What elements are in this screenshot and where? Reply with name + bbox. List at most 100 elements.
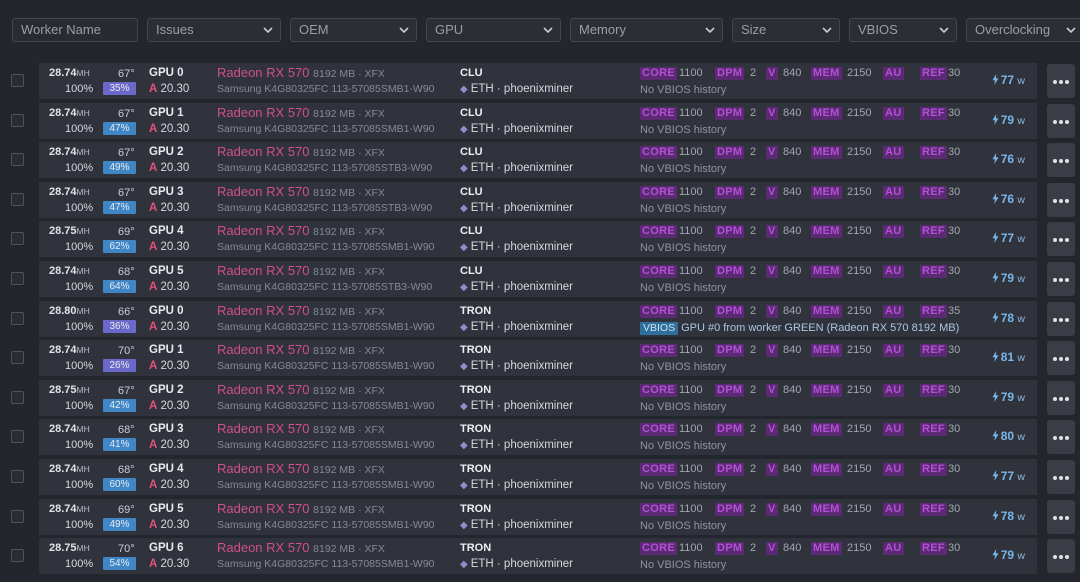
more-options-button[interactable] <box>1047 420 1075 455</box>
gpu-card[interactable]: 28.74MH 100% 68° 64% GPU 5 A 20.30 Radeo… <box>39 260 1037 297</box>
worker-name-placeholder: Worker Name <box>21 22 101 37</box>
ellipsis-dot-icon <box>1065 357 1069 362</box>
ethereum-icon: ◆ <box>460 400 468 412</box>
gpu-card[interactable]: 28.74MH 100% 67° 35% GPU 0 A 20.30 Radeo… <box>39 63 1037 99</box>
temperature: 70° <box>118 543 135 556</box>
worker-name[interactable]: TRON <box>460 542 491 554</box>
ellipsis-dot-icon <box>1059 515 1063 520</box>
worker-name[interactable]: TRON <box>460 344 491 356</box>
worker-name[interactable]: CLU <box>460 265 483 277</box>
gpu-model: Radeon RX 570 8192 MB · XFX <box>217 223 385 238</box>
row-select-checkbox[interactable] <box>11 351 24 365</box>
gpu-model: Radeon RX 570 8192 MB · XFX <box>217 540 385 555</box>
row-select-checkbox[interactable] <box>11 192 24 206</box>
row-select-checkbox[interactable] <box>11 153 24 167</box>
size-filter[interactable]: Size <box>732 18 840 42</box>
worker-name[interactable]: TRON <box>460 503 491 515</box>
more-options-button[interactable] <box>1047 341 1075 376</box>
oc-mem-label: MEM <box>811 185 842 199</box>
worker-name[interactable]: TRON <box>460 305 491 317</box>
gpu-card[interactable]: 28.75MH 100% 67° 42% GPU 2 A 20.30 Radeo… <box>39 379 1037 416</box>
oc-dpm-label: DPM <box>715 225 745 239</box>
oc-mem-label: MEM <box>811 383 842 397</box>
oc-v-label: V <box>766 185 778 199</box>
ellipsis-dot-icon <box>1059 317 1063 322</box>
gpu-card[interactable]: 28.74MH 100% 67° 47% GPU 1 A 20.30 Radeo… <box>39 102 1037 139</box>
size-filter-label: Size <box>741 22 767 37</box>
more-options-button[interactable] <box>1047 103 1075 138</box>
oc-v-label: V <box>766 542 778 556</box>
more-options-button[interactable] <box>1047 222 1075 257</box>
more-options-button[interactable] <box>1047 182 1075 217</box>
memory-filter[interactable]: Memory <box>570 18 723 42</box>
worker-name[interactable]: TRON <box>460 384 491 396</box>
gpu-card[interactable]: 28.74MH 100% 68° 60% GPU 4 A 20.30 Radeo… <box>39 458 1037 495</box>
ethereum-icon: ◆ <box>460 321 468 333</box>
row-select-checkbox[interactable] <box>11 232 24 246</box>
power-value: 79 <box>1000 270 1015 285</box>
overclocking-filter[interactable]: Overclocking <box>966 18 1080 42</box>
worker-name[interactable]: CLU <box>460 186 483 198</box>
worker-name[interactable]: TRON <box>460 463 491 475</box>
gpu-card[interactable]: 28.75MH 100% 69° 62% GPU 4 A 20.30 Radeo… <box>39 221 1037 258</box>
row-select-checkbox[interactable] <box>11 469 24 483</box>
more-options-button[interactable] <box>1047 499 1075 534</box>
worker-name[interactable]: CLU <box>460 146 483 158</box>
more-options-button[interactable] <box>1047 459 1075 494</box>
row-select-checkbox[interactable] <box>11 549 24 563</box>
more-options-button[interactable] <box>1047 539 1075 574</box>
issues-filter[interactable]: Issues <box>147 18 281 42</box>
worker-name[interactable]: CLU <box>460 225 483 237</box>
gpu-card[interactable]: 28.74MH 100% 67° 47% GPU 3 A 20.30 Radeo… <box>39 181 1037 218</box>
ellipsis-dot-icon <box>1065 238 1069 243</box>
oc-v-label: V <box>766 462 778 476</box>
power-draw: 79 w <box>992 548 1025 562</box>
algorithm-miner-text: ETH · phoenixminer <box>470 439 573 452</box>
vbios-filter[interactable]: VBIOS <box>849 18 957 42</box>
power-value: 80 <box>1000 429 1015 444</box>
row-select-checkbox[interactable] <box>11 430 24 444</box>
more-options-button[interactable] <box>1047 301 1075 336</box>
more-options-button[interactable] <box>1047 143 1075 178</box>
row-select-checkbox[interactable] <box>11 509 24 523</box>
more-options-button[interactable] <box>1047 261 1075 296</box>
row-select-checkbox[interactable] <box>11 74 24 87</box>
amperage: A 20.30 <box>149 519 189 531</box>
gpu-filter[interactable]: GPU <box>426 18 561 42</box>
row-select-checkbox[interactable] <box>11 311 24 325</box>
gpu-model-name: Radeon RX 570 <box>217 183 310 199</box>
gpu-card[interactable]: 28.74MH 100% 67° 49% GPU 2 A 20.30 Radeo… <box>39 142 1037 179</box>
issues-filter-label: Issues <box>156 22 194 37</box>
more-options-button[interactable] <box>1047 380 1075 415</box>
oc-v-value: 840 <box>783 344 802 357</box>
row-select-checkbox[interactable] <box>11 113 24 127</box>
row-select-checkbox[interactable] <box>11 271 24 285</box>
algorithm-miner: ◆ ETH · phoenixminer <box>460 479 573 491</box>
gpu-spec: 8192 MB · XFX <box>313 424 385 437</box>
algorithm-miner-text: ETH · phoenixminer <box>470 478 573 491</box>
more-options-button[interactable] <box>1047 64 1075 98</box>
gpu-card[interactable]: 28.74MH 100% 70° 26% GPU 1 A 20.30 Radeo… <box>39 340 1037 377</box>
oem-filter[interactable]: OEM <box>290 18 417 42</box>
gpu-model: Radeon RX 570 8192 MB · XFX <box>217 144 385 159</box>
power-unit: w <box>1017 75 1025 87</box>
gpu-card[interactable]: 28.74MH 100% 69° 49% GPU 5 A 20.30 Radeo… <box>39 498 1037 535</box>
algorithm-miner-text: ETH · phoenixminer <box>470 241 573 254</box>
amperage-label: A <box>149 83 158 95</box>
gpu-card[interactable]: 28.75MH 100% 70° 54% GPU 6 A 20.30 Radeo… <box>39 538 1037 575</box>
vbios-info: No VBIOS history <box>640 124 726 136</box>
temperature: 69° <box>118 226 135 239</box>
worker-name[interactable]: CLU <box>460 67 483 79</box>
worker-name-filter[interactable]: Worker Name <box>12 18 138 42</box>
gpu-model: Radeon RX 570 8192 MB · XFX <box>217 184 385 199</box>
gpu-index: GPU 5 <box>149 502 184 515</box>
ellipsis-dot-icon <box>1065 317 1069 322</box>
row-select-checkbox[interactable] <box>11 390 24 404</box>
amperage-value: 20.30 <box>160 558 190 571</box>
lightning-icon <box>992 271 999 283</box>
gpu-card[interactable]: 28.74MH 100% 68° 41% GPU 3 A 20.30 Radeo… <box>39 419 1037 456</box>
gpu-card[interactable]: 28.80MH 100% 66° 36% GPU 0 A 20.30 Radeo… <box>39 300 1037 337</box>
worker-name[interactable]: CLU <box>460 107 483 119</box>
gpu-model: Radeon RX 570 8192 MB · XFX <box>217 303 385 318</box>
worker-name[interactable]: TRON <box>460 423 491 435</box>
